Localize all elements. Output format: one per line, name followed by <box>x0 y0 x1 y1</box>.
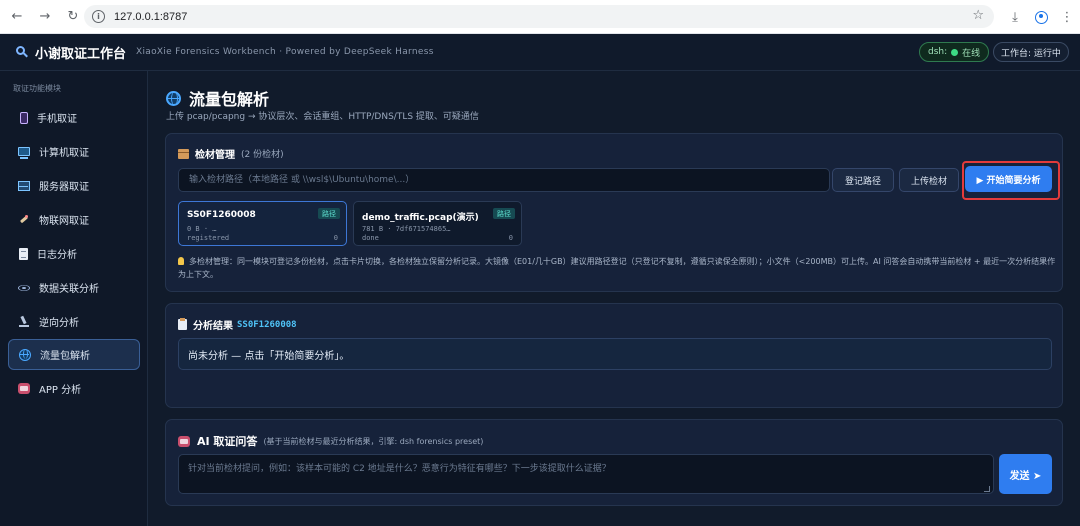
microscope-icon <box>18 316 30 328</box>
address-bar[interactable]: i 127.0.0.1:8787 ☆ <box>84 5 994 28</box>
menu-kebab-icon[interactable]: ⋮ <box>1054 5 1080 29</box>
globe-icon <box>19 348 31 361</box>
sidebar: 取证功能模块 手机取证 计算机取证 服务器取证 物联网取证 日志分析 数据关联分… <box>0 71 148 526</box>
evidence-card-tag: 路径 <box>493 208 515 219</box>
result-heading-text: 分析结果 <box>193 321 233 332</box>
dsh-status-text: 在线 <box>962 48 981 59</box>
server-icon <box>18 180 30 191</box>
evidence-card[interactable]: SS0F1260008 路径 0 B · … registered 0 <box>178 201 347 246</box>
result-output: 尚未分析 — 点击「开始简要分析」。 <box>178 338 1052 370</box>
sidebar-item-reverse[interactable]: 逆向分析 <box>8 306 140 337</box>
textarea-resize-handle[interactable] <box>984 486 990 492</box>
app-title: 小谢取证工作台 <box>35 46 127 62</box>
sidebar-item-label: 逆向分析 <box>39 318 79 329</box>
browser-toolbar: ← → ↻ i 127.0.0.1:8787 ☆ ⤓ ⋮ <box>0 0 1080 34</box>
phone-icon <box>20 111 28 124</box>
evidence-count: (2 份检材) <box>241 150 284 160</box>
robot-icon <box>178 435 190 447</box>
result-panel-heading: 分析结果 SS0F1260008 <box>178 317 297 332</box>
evidence-card[interactable]: demo_traffic.pcap(演示) 路径 781 B · 7df6715… <box>353 201 522 246</box>
evidence-panel-heading: 检材管理 (2 份检材) <box>178 146 284 161</box>
evidence-card-count: 0 <box>508 234 513 242</box>
send-button[interactable]: 发送 ➤ <box>999 454 1052 494</box>
sidebar-item-label: 数据关联分析 <box>39 284 99 295</box>
sidebar-item-label: APP 分析 <box>39 385 82 396</box>
result-text: 尚未分析 — 点击「开始简要分析」。 <box>188 350 350 362</box>
site-info-icon[interactable]: i <box>92 10 105 23</box>
ai-qa-heading-text: AI 取证问答 <box>197 435 258 448</box>
page-subtitle: 上传 pcap/pcapng → 协议层次、会话重组、HTTP/DNS/TLS … <box>166 112 479 122</box>
download-icon[interactable]: ⤓ <box>1002 5 1028 29</box>
highlight-annotation-box <box>962 161 1060 200</box>
app-subtitle: XiaoXie Forensics Workbench · Powered by… <box>136 47 434 57</box>
package-box-icon <box>178 148 189 159</box>
evidence-card-meta: 0 B · … <box>187 225 217 233</box>
result-evidence-id: SS0F1260008 <box>237 319 297 330</box>
back-arrow-icon[interactable]: ← <box>4 4 30 30</box>
evidence-card-status: done <box>362 234 379 242</box>
result-panel: 分析结果 SS0F1260008 尚未分析 — 点击「开始简要分析」。 <box>165 303 1063 408</box>
evidence-card-meta: 781 B · 7df6715748​65… <box>362 225 451 233</box>
magnifier-logo-icon <box>16 46 28 58</box>
sidebar-item-label: 计算机取证 <box>39 148 89 159</box>
reload-icon[interactable]: ↻ <box>60 4 86 30</box>
computer-icon <box>18 147 30 159</box>
ai-qa-hint: (基于当前检材与最近分析结果，引擎: dsh forensics preset) <box>263 436 484 446</box>
evidence-tip: 多检材管理：同一模块可登记多份检材，点击卡片切换，各检材独立保留分析记录。大镜像… <box>178 255 1056 281</box>
sidebar-item-app[interactable]: APP 分析 <box>8 373 140 404</box>
sidebar-item-computer[interactable]: 计算机取证 <box>8 136 140 167</box>
sidebar-heading: 取证功能模块 <box>13 84 61 93</box>
question-input[interactable] <box>178 454 994 494</box>
main-content: 流量包解析 上传 pcap/pcapng → 协议层次、会话重组、HTTP/DN… <box>148 71 1080 526</box>
workbench-status-badge: 工作台: 运行中 <box>993 42 1069 62</box>
online-dot-icon <box>951 48 959 56</box>
ai-qa-panel: AI 取证问答 (基于当前检材与最近分析结果，引擎: dsh forensics… <box>165 419 1063 506</box>
url-text: 127.0.0.1:8787 <box>114 10 188 23</box>
page-title-text: 流量包解析 <box>189 90 270 109</box>
globe-icon <box>166 90 181 106</box>
lightbulb-icon <box>178 257 184 265</box>
register-path-button[interactable]: 登记路径 <box>832 168 894 192</box>
evidence-card-name: SS0F1260008 <box>187 210 256 220</box>
bookmark-star-icon[interactable]: ☆ <box>972 8 984 23</box>
evidence-heading-text: 检材管理 <box>195 150 235 161</box>
app-icon <box>18 383 30 394</box>
sidebar-item-correlation[interactable]: 数据关联分析 <box>8 272 140 303</box>
sidebar-item-server[interactable]: 服务器取证 <box>8 170 140 201</box>
profile-icon[interactable] <box>1028 5 1054 29</box>
sidebar-item-label: 日志分析 <box>37 250 77 261</box>
sidebar-item-log[interactable]: 日志分析 <box>8 238 140 269</box>
sidebar-item-mobile[interactable]: 手机取证 <box>8 102 140 133</box>
evidence-card-tag: 路径 <box>318 208 340 219</box>
forward-arrow-icon[interactable]: → <box>32 4 58 30</box>
sidebar-item-label: 流量包解析 <box>40 351 90 362</box>
evidence-panel: 检材管理 (2 份检材) 登记路径 上传检材 ▶ 开始简要分析 SS0F1260… <box>165 133 1063 292</box>
dsh-label: dsh: <box>928 47 948 57</box>
app-header: 小谢取证工作台 XiaoXie Forensics Workbench · Po… <box>0 34 1080 71</box>
evidence-path-input[interactable] <box>178 168 830 192</box>
evidence-card-count: 0 <box>333 234 338 242</box>
sidebar-item-label: 物联网取证 <box>39 216 89 227</box>
sidebar-item-label: 服务器取证 <box>39 182 89 193</box>
iot-icon <box>18 214 30 226</box>
upload-evidence-button[interactable]: 上传检材 <box>899 168 959 192</box>
evidence-tip-text: 多检材管理：同一模块可登记多份检材，点击卡片切换，各检材独立保留分析记录。大镜像… <box>178 257 1056 279</box>
atom-icon <box>18 284 30 291</box>
evidence-card-status: registered <box>187 234 230 242</box>
log-document-icon <box>19 247 28 260</box>
clipboard-icon <box>178 318 187 330</box>
sidebar-item-label: 手机取证 <box>37 114 77 125</box>
ai-qa-heading: AI 取证问答 (基于当前检材与最近分析结果，引擎: dsh forensics… <box>178 433 483 449</box>
dsh-status-badge: dsh: 在线 <box>919 42 990 62</box>
sidebar-item-pcap[interactable]: 流量包解析 <box>8 339 140 370</box>
page-title: 流量包解析 <box>166 86 269 110</box>
evidence-card-name: demo_traffic.pcap(演示) <box>362 213 479 223</box>
sidebar-item-iot[interactable]: 物联网取证 <box>8 204 140 235</box>
